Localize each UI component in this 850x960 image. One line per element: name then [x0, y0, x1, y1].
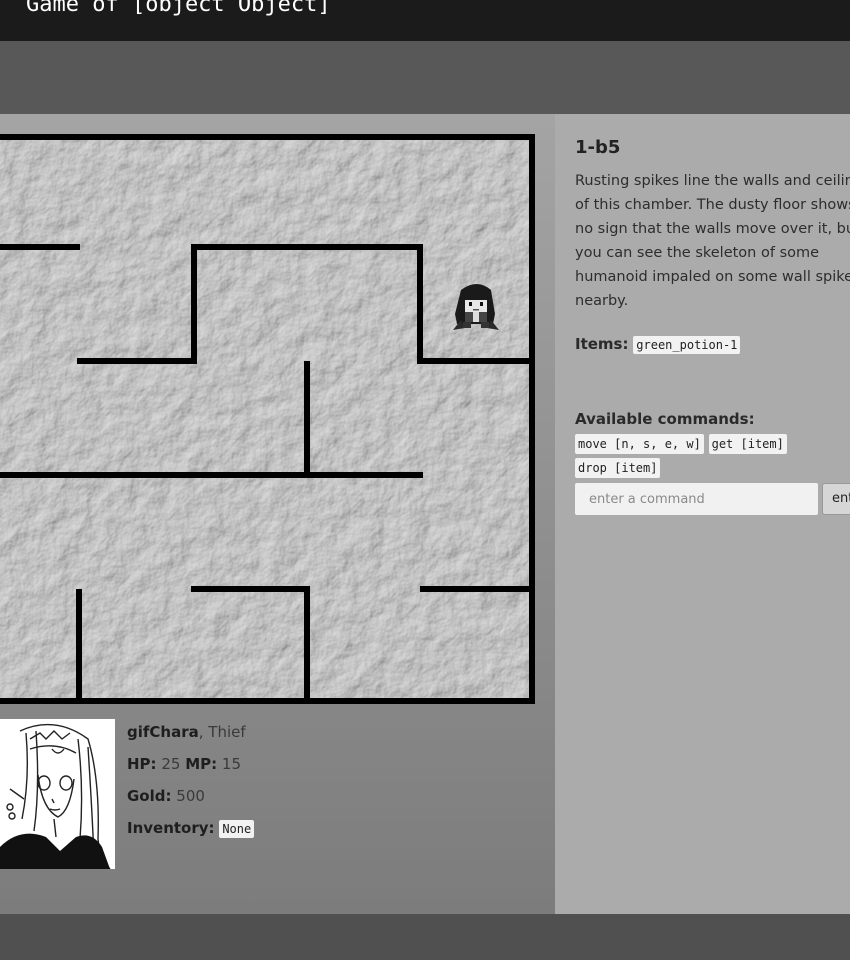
- room-info: 1-b5 Rusting spikes line the walls and c…: [575, 134, 850, 479]
- character-name: gifChara: [127, 723, 199, 741]
- header-band: [0, 41, 850, 114]
- command-input[interactable]: [575, 483, 818, 515]
- inventory-value: None: [219, 820, 255, 838]
- gold-label: Gold:: [127, 787, 172, 805]
- command-drop[interactable]: drop [item]: [575, 458, 661, 478]
- command-move[interactable]: move [n, s, e, w]: [575, 434, 704, 454]
- command-get[interactable]: get [item]: [708, 434, 787, 454]
- hp-value: 25: [161, 755, 181, 773]
- footer: [0, 914, 850, 960]
- hp-label: HP:: [127, 755, 157, 773]
- enter-button[interactable]: enter: [822, 483, 850, 515]
- inventory-row: Inventory: None: [127, 815, 427, 847]
- character-stats-row: HP: 25 MP: 15: [127, 751, 427, 783]
- commands-title: Available commands:: [575, 410, 755, 428]
- character-class: Thief: [208, 723, 246, 741]
- room-items: Items: green_potion-1: [575, 332, 850, 357]
- commands-list: move [n, s, e, w] get [item] drop [item]: [575, 431, 845, 479]
- room-name: 1-b5: [575, 137, 621, 158]
- character-info: gifChara, Thief HP: 25 MP: 15 Gold: 500 …: [127, 719, 427, 847]
- character-portrait: [0, 719, 115, 869]
- mp-value: 15: [221, 755, 241, 773]
- room-item[interactable]: green_potion-1: [633, 336, 741, 354]
- gold-row: Gold: 500: [127, 783, 427, 815]
- inventory-label: Inventory:: [127, 819, 215, 837]
- gold-value: 500: [176, 787, 205, 805]
- app-title: Game of [object Object]: [26, 0, 331, 17]
- app-header: Game of [object Object]: [0, 0, 850, 41]
- items-label: Items:: [575, 335, 629, 353]
- room-description: Rusting spikes line the walls and ceilin…: [575, 173, 850, 309]
- character-name-row: gifChara, Thief: [127, 723, 246, 741]
- mp-label: MP:: [185, 755, 218, 773]
- maze-map: [0, 134, 535, 704]
